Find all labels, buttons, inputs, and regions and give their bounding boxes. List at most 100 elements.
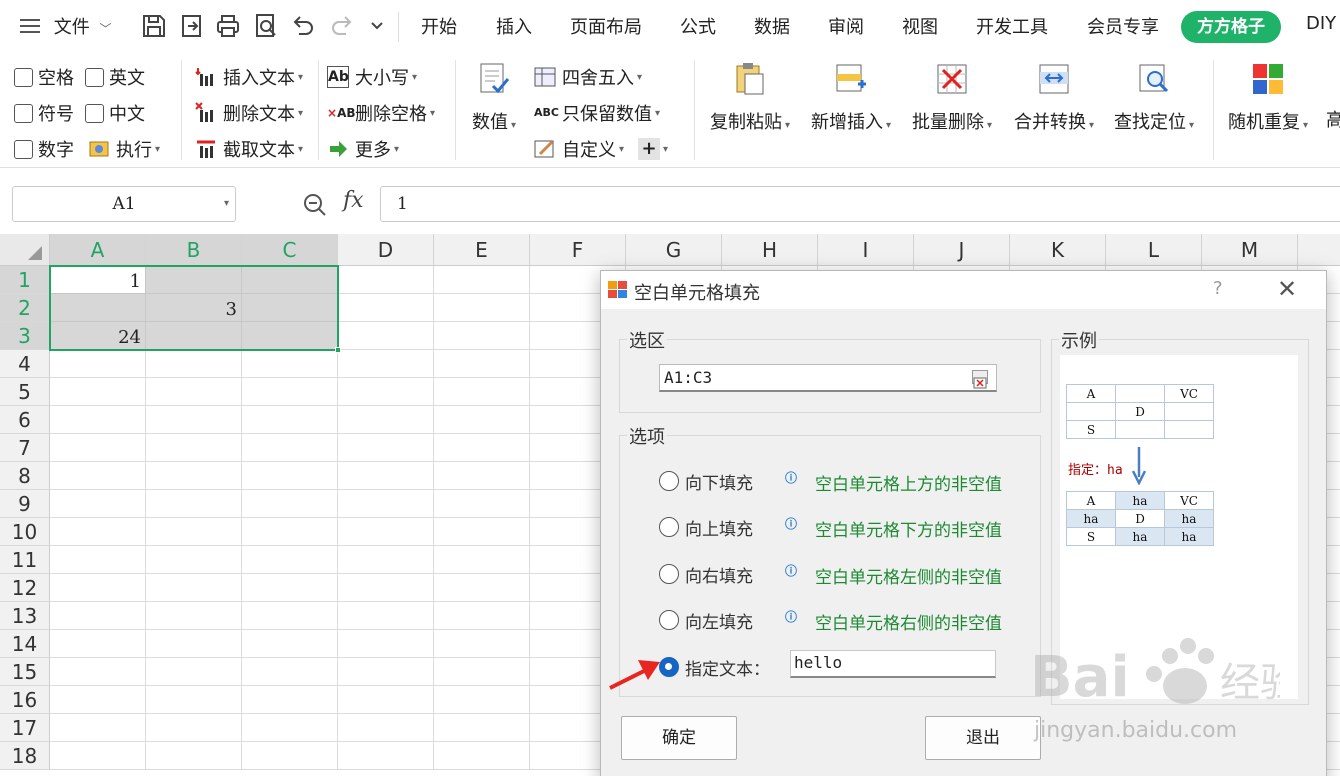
- range-input[interactable]: A1:C3: [659, 364, 997, 392]
- cell-a2[interactable]: [50, 294, 146, 322]
- column-header-k[interactable]: K: [1010, 234, 1106, 266]
- cell-e1[interactable]: [434, 266, 530, 294]
- row-header-5[interactable]: 5: [0, 378, 50, 406]
- tab-member[interactable]: 会员专享: [1087, 13, 1159, 39]
- checkbox-space[interactable]: 空格: [14, 64, 74, 90]
- cell-e17[interactable]: [434, 714, 530, 742]
- fill-handle[interactable]: [335, 347, 341, 353]
- column-header-f[interactable]: F: [530, 234, 626, 266]
- delete-space-button[interactable]: ×AB 删除空格 ▾: [327, 100, 435, 126]
- tab-review[interactable]: 审阅: [828, 13, 864, 39]
- cell-d13[interactable]: [338, 602, 434, 630]
- checkbox-number[interactable]: 数字: [14, 136, 74, 162]
- cell-e7[interactable]: [434, 434, 530, 462]
- cell-a5[interactable]: [50, 378, 146, 406]
- cell-c7[interactable]: [242, 434, 338, 462]
- undo-icon[interactable]: [290, 12, 316, 40]
- column-header-b[interactable]: B: [146, 234, 242, 266]
- cell-c15[interactable]: [242, 658, 338, 686]
- cell-a11[interactable]: [50, 546, 146, 574]
- specify-text-input[interactable]: hello: [790, 650, 996, 678]
- cell-e10[interactable]: [434, 518, 530, 546]
- cell-a12[interactable]: [50, 574, 146, 602]
- row-header-12[interactable]: 12: [0, 574, 50, 602]
- row-header-1[interactable]: 1: [0, 266, 50, 294]
- cell-d11[interactable]: [338, 546, 434, 574]
- info-icon[interactable]: ⓘ: [784, 471, 798, 485]
- cell-a14[interactable]: [50, 630, 146, 658]
- numeric-button[interactable]: 数值 ▾: [446, 62, 542, 134]
- fill-up-radio[interactable]: 向上填充: [659, 514, 753, 540]
- cell-a15[interactable]: [50, 658, 146, 686]
- cell-b5[interactable]: [146, 378, 242, 406]
- cell-d4[interactable]: [338, 350, 434, 378]
- cell-e16[interactable]: [434, 686, 530, 714]
- tab-insert[interactable]: 插入: [496, 13, 532, 39]
- close-button[interactable]: ✕: [1277, 277, 1297, 301]
- cell-e8[interactable]: [434, 462, 530, 490]
- tab-developer[interactable]: 开发工具: [976, 13, 1048, 39]
- fill-right-radio[interactable]: 向右填充: [659, 561, 753, 587]
- checkbox-english[interactable]: 英文: [85, 64, 145, 90]
- column-header-stub[interactable]: [1298, 234, 1340, 266]
- column-header-m[interactable]: M: [1202, 234, 1298, 266]
- help-button[interactable]: ?: [1213, 278, 1223, 299]
- cell-c4[interactable]: [242, 350, 338, 378]
- copy-paste-button[interactable]: 复制粘贴 ▾: [702, 62, 798, 134]
- zoom-icon[interactable]: [302, 192, 328, 218]
- row-header-4[interactable]: 4: [0, 350, 50, 378]
- cell-b2[interactable]: 3: [146, 294, 242, 322]
- tab-diy[interactable]: DIY: [1306, 13, 1336, 34]
- cell-b7[interactable]: [146, 434, 242, 462]
- cell-e14[interactable]: [434, 630, 530, 658]
- row-header-14[interactable]: 14: [0, 630, 50, 658]
- row-header-13[interactable]: 13: [0, 602, 50, 630]
- file-menu[interactable]: 文件 ﹀: [20, 13, 111, 39]
- column-header-i[interactable]: I: [818, 234, 914, 266]
- row-header-2[interactable]: 2: [0, 294, 50, 322]
- cell-d16[interactable]: [338, 686, 434, 714]
- cell-a7[interactable]: [50, 434, 146, 462]
- exit-button[interactable]: 退出: [925, 716, 1041, 760]
- find-locate-button[interactable]: 查找定位 ▾: [1106, 62, 1202, 134]
- cell-b13[interactable]: [146, 602, 242, 630]
- info-icon[interactable]: ⓘ: [784, 610, 798, 624]
- cell-e9[interactable]: [434, 490, 530, 518]
- cell-d7[interactable]: [338, 434, 434, 462]
- cell-b6[interactable]: [146, 406, 242, 434]
- cell-b10[interactable]: [146, 518, 242, 546]
- cell-a16[interactable]: [50, 686, 146, 714]
- ok-button[interactable]: 确定: [621, 716, 737, 760]
- cell-e15[interactable]: [434, 658, 530, 686]
- cell-c2[interactable]: [242, 294, 338, 322]
- row-header-10[interactable]: 10: [0, 518, 50, 546]
- cell-c16[interactable]: [242, 686, 338, 714]
- cell-c12[interactable]: [242, 574, 338, 602]
- select-all-corner[interactable]: [0, 234, 50, 266]
- cell-c10[interactable]: [242, 518, 338, 546]
- formula-input[interactable]: 1: [380, 186, 1340, 222]
- row-header-17[interactable]: 17: [0, 714, 50, 742]
- cell-a13[interactable]: [50, 602, 146, 630]
- tab-view[interactable]: 视图: [902, 13, 938, 39]
- fill-down-radio[interactable]: 向下填充: [659, 468, 753, 494]
- tab-page-layout[interactable]: 页面布局: [570, 13, 642, 39]
- cell-e18[interactable]: [434, 742, 530, 770]
- cell-e11[interactable]: [434, 546, 530, 574]
- tab-ffcell[interactable]: 方方格子: [1181, 11, 1281, 43]
- cell-c17[interactable]: [242, 714, 338, 742]
- cell-b18[interactable]: [146, 742, 242, 770]
- column-header-j[interactable]: J: [914, 234, 1010, 266]
- tab-formulas[interactable]: 公式: [680, 13, 716, 39]
- cell-d3[interactable]: [338, 322, 434, 350]
- cell-c8[interactable]: [242, 462, 338, 490]
- export-icon[interactable]: [179, 12, 205, 40]
- more-button[interactable]: 更多 ▾: [327, 136, 399, 162]
- delete-text-button[interactable]: 删除文本 ▾: [195, 100, 303, 126]
- cell-c1[interactable]: [242, 266, 338, 294]
- cell-e13[interactable]: [434, 602, 530, 630]
- cell-c11[interactable]: [242, 546, 338, 574]
- cell-a6[interactable]: [50, 406, 146, 434]
- cell-c9[interactable]: [242, 490, 338, 518]
- cell-a3[interactable]: 24: [50, 322, 146, 350]
